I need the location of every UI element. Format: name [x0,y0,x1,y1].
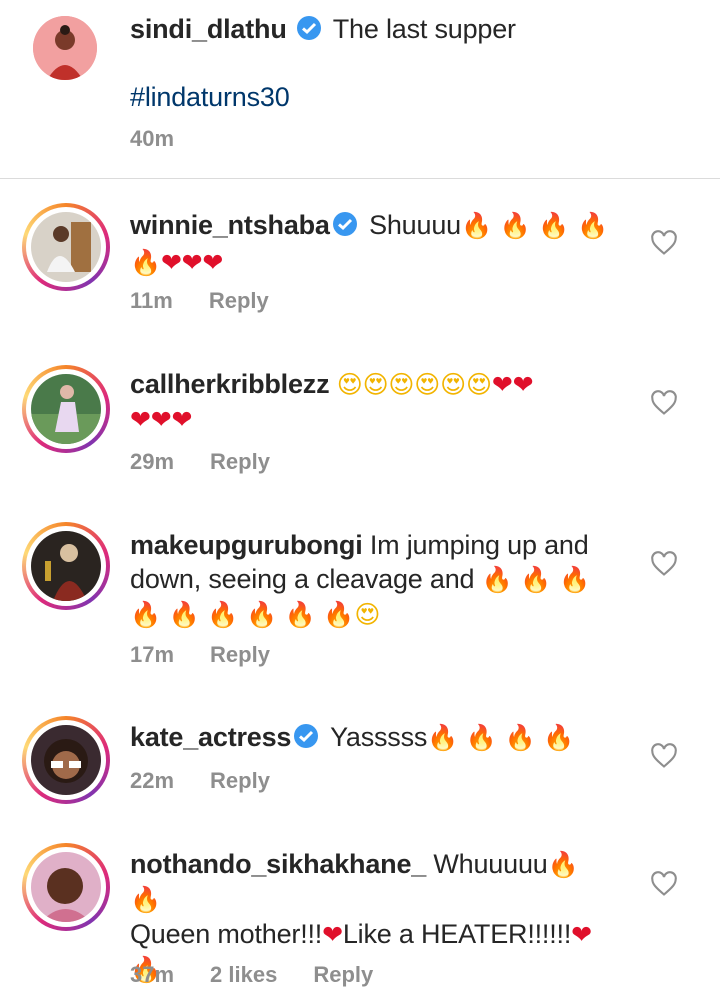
comment-username[interactable]: nothando_sikhakhane_ [130,849,426,879]
comment-username[interactable]: makeupgurubongi [130,530,363,560]
comment-text: Whuuuuu [433,849,548,879]
post-caption: sindi_dlathu The last supper #lindaturns… [0,0,720,178]
comment-timestamp: 37m [130,962,175,987]
red-heart-emoji: ❤❤❤ [160,248,224,277]
comment-text: Shuuuu [369,210,461,240]
comment-text: down, seeing a cleavage and [130,564,475,594]
comment-text: Like a HEATER!!!!!! [342,919,572,949]
comment-avatar[interactable] [22,843,110,931]
fire-emoji: 🔥 🔥 🔥 [481,565,590,594]
comment-username[interactable]: callherkribblezz [130,369,330,399]
comment-timestamp: 29m [130,449,175,474]
comment-username[interactable]: kate_actress [130,722,291,752]
comment-text: Queen mother!!! [130,919,323,949]
heart-outline-icon[interactable] [650,229,678,257]
comment-avatar[interactable] [22,716,110,804]
caption-avatar[interactable] [33,16,97,80]
comment-timestamp: 17m [130,642,175,667]
verified-icon [296,15,322,49]
red-heart-emoji: ❤❤ [491,370,534,399]
red-heart-emoji: ❤ [322,920,343,949]
red-heart-emoji: ❤ [571,920,592,949]
comment-avatar[interactable] [22,365,110,453]
fire-emoji: 🔥 [130,248,161,277]
reply-button[interactable]: Reply [210,642,270,667]
verified-icon [332,211,358,245]
heart-eyes-emoji: 😍😍😍😍😍😍 [336,370,492,399]
divider [0,178,720,179]
verified-icon [293,723,319,757]
comment-text: Yasssss [330,722,428,752]
comment-username[interactable]: winnie_ntshaba [130,210,330,240]
comment-avatar[interactable] [22,203,110,291]
comment-timestamp: 22m [130,768,175,793]
likes-count[interactable]: 2 likes [210,962,277,987]
caption-hashtag[interactable]: #lindaturns30 [130,80,610,114]
reply-button[interactable]: Reply [209,288,269,313]
heart-eyes-emoji: 😍 [354,600,381,629]
fire-emoji: 🔥 🔥 🔥 🔥 🔥 🔥 [130,600,355,629]
comment-text: Im jumping up and [369,530,589,560]
reply-button[interactable]: Reply [210,768,270,793]
heart-outline-icon[interactable] [650,870,678,898]
reply-button[interactable]: Reply [210,449,270,474]
fire-emoji: 🔥 🔥 🔥 🔥 [460,211,608,240]
heart-outline-icon[interactable] [650,389,678,417]
caption-timestamp: 40m [130,126,175,151]
fire-emoji: 🔥 🔥 🔥 🔥 [427,723,575,752]
red-heart-emoji: ❤❤❤ [130,405,193,434]
comment-avatar[interactable] [22,522,110,610]
comment-timestamp: 11m [130,288,173,313]
caption-text: The last supper [332,14,516,44]
caption-username[interactable]: sindi_dlathu [130,14,287,44]
heart-outline-icon[interactable] [650,742,678,770]
reply-button[interactable]: Reply [313,962,373,987]
heart-outline-icon[interactable] [650,550,678,578]
